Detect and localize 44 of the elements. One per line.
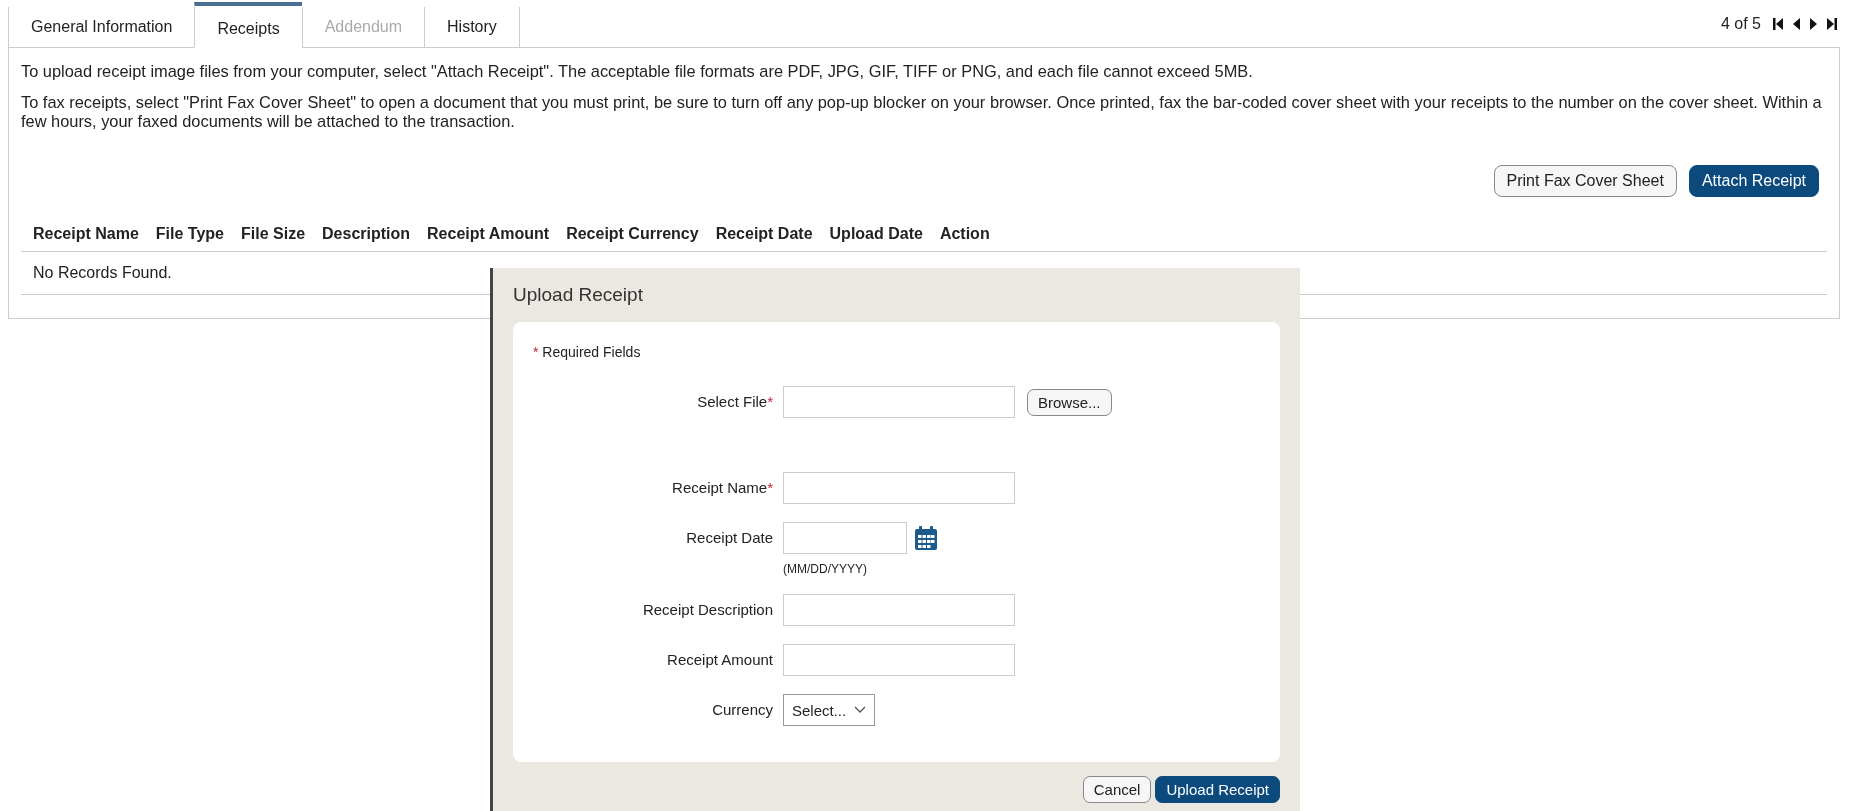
column-header: File Type [155,225,224,243]
calendar-icon[interactable] [915,526,937,550]
dialog-title: Upload Receipt [513,283,644,307]
tab[interactable]: History [424,7,520,47]
first-page-icon[interactable] [1773,17,1783,31]
dialog-button[interactable]: Cancel [1082,776,1152,803]
field-label: Receipt Date [686,529,773,546]
field-label: Select File [697,393,768,410]
input-field[interactable] [783,472,1015,504]
column-header: Description [322,225,411,243]
next-page-icon[interactable] [1810,17,1817,31]
column-header: File Size [241,225,306,243]
page-counter: 4 of 5 [1720,15,1761,33]
dialog-button[interactable]: Upload Receipt [1155,776,1280,803]
input-field[interactable] [783,594,1015,626]
input-field[interactable] [783,644,1015,676]
instruction-text: To fax receipts, select "Print Fax Cover Sheet" to open a document that you must print, be sure to turn off any pop-up blocker on your browser. Once printed, fax the bar-coded cover sheet with your receipts to the number on the cover sheet. Within a few hours, your faxed documents will be attached to the transaction. [21,93,1823,131]
column-header: Receipt Currency [566,225,699,243]
instruction-text: To upload receipt image files from your computer, select "Attach Receipt". The acceptable file formats are PDF, JPG, GIF, TIFF or PNG, and each file cannot exceed 5MB. [21,62,1254,81]
empty-message: No Records Found. [33,264,172,281]
field-label: Receipt Name [672,479,768,496]
last-page-icon[interactable] [1827,17,1837,31]
required-mark: * [767,393,773,410]
previous-page-icon[interactable] [1793,17,1800,31]
date-field[interactable] [783,522,907,554]
required-mark: * [533,344,539,360]
currency-dropdown[interactable]: Select... [783,694,876,726]
date-format-hint: (MM/DD/YYYY) [783,562,868,576]
action-button[interactable]: Attach Receipt [1688,165,1819,197]
field-label: Currency [712,701,773,718]
chevron-down-icon [854,706,867,714]
column-header: Action [939,225,990,243]
tab[interactable]: Receipts [194,2,302,48]
column-header: Upload Date [829,225,923,243]
action-button[interactable]: Print Fax Cover Sheet [1493,165,1677,197]
field-label: Receipt Amount [667,651,773,668]
field-label: Receipt Description [642,601,773,618]
column-header: Receipt Date [715,225,813,243]
required-mark: * [767,479,773,496]
required-note: Required Fields [542,344,641,360]
file-field[interactable] [783,386,1015,418]
browse-button[interactable]: Browse... [1027,388,1112,416]
column-header: Receipt Name [33,225,139,243]
column-header: Receipt Amount [427,225,550,243]
